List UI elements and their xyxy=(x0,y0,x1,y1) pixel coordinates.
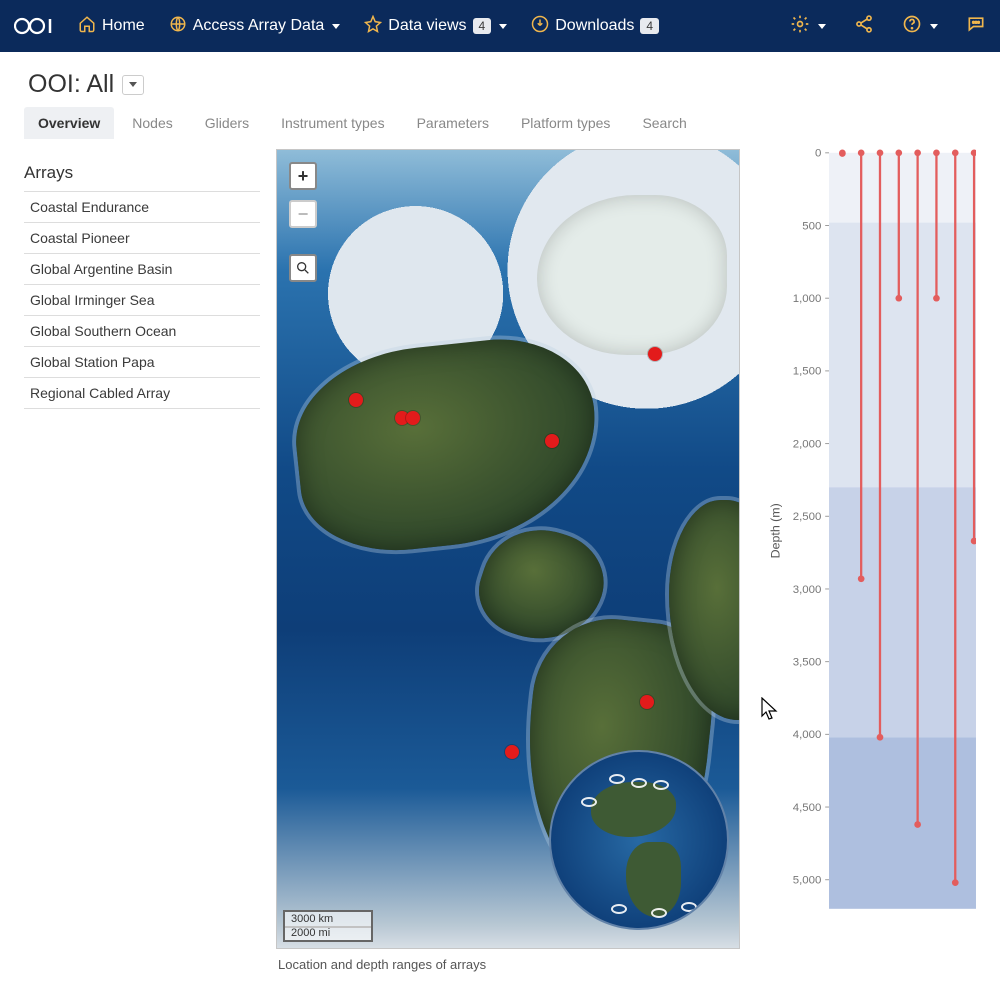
help-icon xyxy=(902,14,922,39)
settings-dropdown[interactable] xyxy=(790,14,826,39)
download-icon xyxy=(531,15,549,38)
nav-data-views[interactable]: Data views 4 xyxy=(364,15,507,38)
nav-downloads[interactable]: Downloads 4 xyxy=(531,15,659,38)
arrays-heading: Arrays xyxy=(24,163,260,183)
globe-icon xyxy=(169,15,187,38)
svg-text:4,500: 4,500 xyxy=(793,802,822,814)
map-controls: + − xyxy=(289,162,317,282)
tab-nodes[interactable]: Nodes xyxy=(118,107,186,139)
caret-down-icon xyxy=(930,24,938,29)
tab-platform-types[interactable]: Platform types xyxy=(507,107,624,139)
tab-gliders[interactable]: Gliders xyxy=(191,107,263,139)
zoom-in-button[interactable]: + xyxy=(289,162,317,190)
svg-text:1,500: 1,500 xyxy=(793,366,822,378)
depth-point-top[interactable] xyxy=(858,149,865,156)
depth-point-bottom[interactable] xyxy=(914,821,921,828)
map-marker-global-irminger-sea[interactable] xyxy=(648,347,662,361)
array-list: Coastal EnduranceCoastal PioneerGlobal A… xyxy=(24,191,260,409)
svg-text:3,000: 3,000 xyxy=(793,584,822,596)
array-item[interactable]: Coastal Pioneer xyxy=(24,223,260,254)
nav-downloads-label: Downloads xyxy=(555,17,634,35)
depth-point-bottom[interactable] xyxy=(933,295,940,302)
caret-down-icon xyxy=(499,24,507,29)
map-marker-global-station-papa[interactable] xyxy=(349,393,363,407)
svg-text:3,500: 3,500 xyxy=(793,656,822,668)
svg-text:4,000: 4,000 xyxy=(793,729,822,741)
depth-point-bottom[interactable] xyxy=(952,879,959,886)
depth-point-top[interactable] xyxy=(895,149,902,156)
svg-text:500: 500 xyxy=(802,220,821,232)
tab-instrument-types[interactable]: Instrument types xyxy=(267,107,399,139)
map-scalebar: 3000 km 2000 mi xyxy=(283,912,373,942)
map-marker-regional-cabled-array[interactable] xyxy=(406,411,420,425)
svg-text:2,500: 2,500 xyxy=(793,511,822,523)
overview-minimap[interactable] xyxy=(549,750,729,930)
chat-icon[interactable] xyxy=(966,14,986,39)
zoom-to-extent-button[interactable] xyxy=(289,254,317,282)
map-marker-global-argentine-basin[interactable] xyxy=(640,695,654,709)
svg-text:2,000: 2,000 xyxy=(793,438,822,450)
tab-search[interactable]: Search xyxy=(628,107,700,139)
svg-text:1,000: 1,000 xyxy=(793,293,822,305)
page-title-row: OOI: All xyxy=(0,52,1000,107)
array-item[interactable]: Regional Cabled Array xyxy=(24,378,260,409)
map-marker-coastal-pioneer[interactable] xyxy=(545,434,559,448)
zoom-out-button[interactable]: − xyxy=(289,200,317,228)
array-item[interactable]: Global Argentine Basin xyxy=(24,254,260,285)
depth-point-bottom[interactable] xyxy=(895,295,902,302)
caret-down-icon xyxy=(332,24,340,29)
dataviews-badge: 4 xyxy=(473,18,492,34)
depth-point-bottom[interactable] xyxy=(839,150,846,157)
map-landmass xyxy=(537,195,727,355)
caret-down-icon xyxy=(818,24,826,29)
scale-mi: 2000 mi xyxy=(283,926,373,942)
top-navbar: Home Access Array Data Data views 4 Down… xyxy=(0,0,1000,52)
array-item[interactable]: Global Station Papa xyxy=(24,347,260,378)
svg-text:0: 0 xyxy=(815,149,821,160)
array-item[interactable]: Global Southern Ocean xyxy=(24,316,260,347)
depth-point-top[interactable] xyxy=(877,149,884,156)
depth-point-bottom[interactable] xyxy=(877,734,884,741)
star-icon xyxy=(364,15,382,38)
map-caption: Location and depth ranges of arrays xyxy=(276,949,744,980)
array-item[interactable]: Coastal Endurance xyxy=(24,192,260,223)
downloads-badge: 4 xyxy=(640,18,659,34)
depth-point-top[interactable] xyxy=(914,149,921,156)
content-tabs: OverviewNodesGlidersInstrument typesPara… xyxy=(0,107,1000,139)
gear-icon xyxy=(790,14,810,39)
nav-access-array-data[interactable]: Access Array Data xyxy=(169,15,341,38)
nav-access-label: Access Array Data xyxy=(193,17,325,35)
nav-right-icons xyxy=(790,14,986,39)
share-icon[interactable] xyxy=(854,14,874,39)
array-item[interactable]: Global Irminger Sea xyxy=(24,285,260,316)
map-marker-global-southern-ocean[interactable] xyxy=(505,745,519,759)
brand-logo[interactable] xyxy=(14,15,54,37)
depth-point-top[interactable] xyxy=(933,149,940,156)
tab-parameters[interactable]: Parameters xyxy=(403,107,503,139)
arrays-sidebar: Arrays Coastal EnduranceCoastal PioneerG… xyxy=(24,149,260,980)
nav-dataviews-label: Data views xyxy=(388,17,466,35)
svg-text:Depth (m): Depth (m) xyxy=(768,503,782,558)
map-panel[interactable]: + − 3000 km 2000 mi xyxy=(276,149,740,949)
help-dropdown[interactable] xyxy=(902,14,938,39)
page-title: OOI: All xyxy=(28,70,114,99)
depth-point-top[interactable] xyxy=(952,149,959,156)
title-dropdown-toggle[interactable] xyxy=(122,75,144,95)
tab-overview[interactable]: Overview xyxy=(24,107,114,139)
nav-home-label: Home xyxy=(102,17,145,35)
nav-home[interactable]: Home xyxy=(78,15,145,38)
home-icon xyxy=(78,15,96,38)
depth-point-bottom[interactable] xyxy=(858,575,865,582)
depth-range-chart[interactable]: 0 500 1,000 1,500 2,000 2,500 3,000 3,500 4,000 4… xyxy=(766,149,976,949)
svg-text:5,000: 5,000 xyxy=(793,875,822,887)
